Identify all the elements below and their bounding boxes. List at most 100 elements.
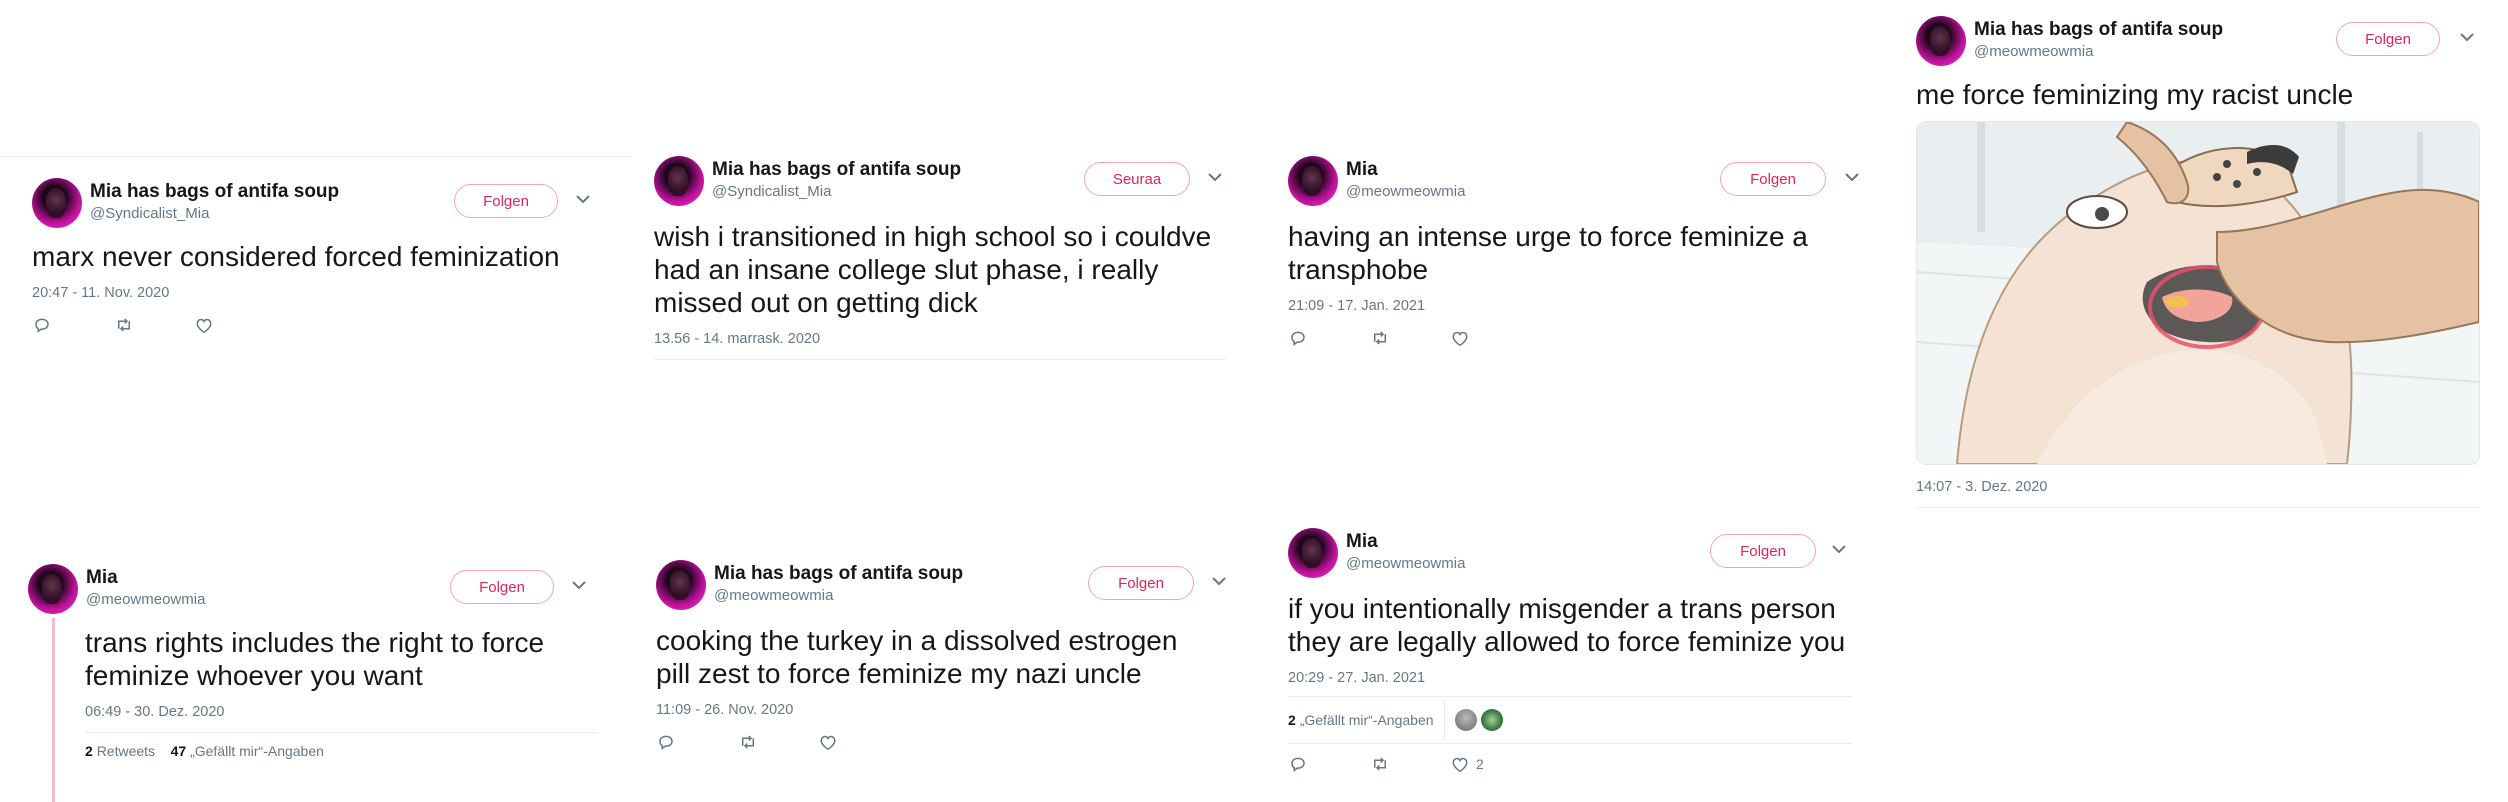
tweet-card-5: Mia @meowmeowmia Folgen trans rights inc… [28,564,608,759]
retweet-icon[interactable] [114,315,134,335]
tweet-header: Mia has bags of antifa soup @meowmeowmia… [656,560,1236,612]
tweet-card-7: Mia @meowmeowmia Folgen if you intention… [1288,528,1868,774]
tweet-timestamp[interactable]: 06:49 - 30. Dez. 2020 [85,704,608,720]
tweet-card-4: Mia has bags of antifa soup @meowmeowmia… [1916,16,2482,508]
tweet-header: Mia has bags of antifa soup @Syndicalist… [654,156,1224,208]
tweet-card-1: Mia has bags of antifa soup @Syndicalist… [32,178,602,335]
chevron-down-icon[interactable] [572,188,594,210]
tweet-timestamp[interactable]: 11:09 - 26. Nov. 2020 [656,702,1236,718]
tweet-divider [1288,743,1852,744]
reply-icon[interactable] [32,315,52,335]
retweet-icon[interactable] [1370,328,1390,348]
tweet-actions [656,732,1236,752]
follow-button[interactable]: Folgen [454,184,558,218]
heart-icon[interactable] [194,315,214,335]
user-handle[interactable]: @meowmeowmia [1346,555,1465,572]
likes-label[interactable]: „Gefällt mir“-Angaben [190,743,324,759]
tweet-actions [1288,328,1868,348]
follow-button[interactable]: Folgen [1088,566,1194,600]
tweet-text: marx never considered forced feminizatio… [32,241,560,272]
retweet-icon[interactable] [738,732,758,752]
avatar[interactable] [1288,528,1338,578]
avatar[interactable] [1916,16,1966,66]
likes-label: „Gefällt mir“-Angaben [1299,712,1434,728]
tweet-header: Mia @meowmeowmia Folgen [28,564,608,616]
avatar[interactable] [32,178,82,228]
tweet-timestamp[interactable]: 20:29 - 27. Jan. 2021 [1288,670,1868,686]
like-count: 47 [170,743,187,759]
chevron-down-icon[interactable] [1841,166,1863,188]
chevron-down-icon[interactable] [1208,570,1230,592]
tweet-timestamp[interactable]: 20:47 - 11. Nov. 2020 [32,285,602,301]
top-divider [0,156,630,157]
avatar[interactable] [28,564,78,614]
heart-icon[interactable] [1450,754,1470,774]
tweet-actions: 2 [1288,754,1868,774]
tweet-stats: 2 Retweets 47 „Gefällt mir“-Angaben [85,743,608,759]
display-name[interactable]: Mia has bags of antifa soup [1974,19,2223,41]
tweet-text: cooking the turkey in a dissolved estrog… [656,625,1178,689]
tweet-timestamp[interactable]: 21:09 - 17. Jan. 2021 [1288,298,1868,314]
tweet-header: Mia has bags of antifa soup @Syndicalist… [32,178,602,230]
display-name[interactable]: Mia [1346,159,1378,181]
tweet-header: Mia has bags of antifa soup @meowmeowmia… [1916,16,2482,68]
user-handle[interactable]: @meowmeowmia [86,591,205,608]
reply-icon[interactable] [1288,754,1308,774]
chevron-down-icon[interactable] [1828,538,1850,560]
avatar[interactable] [1288,156,1338,206]
display-name[interactable]: Mia has bags of antifa soup [714,563,963,585]
tweet-text: wish i transitioned in high school so i … [654,221,1212,318]
follow-button[interactable]: Folgen [450,570,554,604]
follow-button[interactable]: Seuraa [1084,162,1190,196]
follow-button[interactable]: Folgen [2336,22,2440,56]
reply-icon[interactable] [1288,328,1308,348]
display-name[interactable]: Mia has bags of antifa soup [90,181,339,203]
follow-button[interactable]: Folgen [1720,162,1826,196]
user-handle[interactable]: @meowmeowmia [714,587,833,604]
liker-avatar[interactable] [1454,709,1477,731]
tweet-divider [654,359,1226,360]
heart-icon[interactable] [818,732,838,752]
heart-icon[interactable] [1450,328,1470,348]
retweets-label[interactable]: Retweets [97,743,155,759]
chevron-down-icon[interactable] [568,574,590,596]
tweet-timestamp[interactable]: 13.56 - 14. marrask. 2020 [654,331,1224,347]
tweet-text: trans rights includes the right to force… [85,627,545,691]
user-handle[interactable]: @meowmeowmia [1346,183,1465,200]
display-name[interactable]: Mia [86,567,118,589]
tweet-divider [85,732,597,733]
like-count: 2 [1288,712,1296,728]
tweet-body: trans rights includes the right to force… [28,626,608,759]
dog-illustration [1917,122,2479,464]
display-name[interactable]: Mia [1346,531,1378,553]
tweet-stats: 2 „Gefällt mir“-Angaben [1288,697,1868,743]
user-handle[interactable]: @meowmeowmia [1974,43,2093,60]
retweet-icon[interactable] [1370,754,1390,774]
display-name[interactable]: Mia has bags of antifa soup [712,159,961,181]
tweet-text: me force feminizing my racist uncle [1916,79,2354,110]
liker-avatar[interactable] [1480,709,1503,731]
tweet-card-2: Mia has bags of antifa soup @Syndicalist… [654,156,1226,360]
reply-icon[interactable] [656,732,676,752]
avatar[interactable] [656,560,706,610]
tweet-header: Mia @meowmeowmia Folgen [1288,528,1868,580]
user-handle[interactable]: @Syndicalist_Mia [90,205,209,222]
tweet-card-3: Mia @meowmeowmia Folgen having an intens… [1288,156,1868,348]
like-action-count: 2 [1476,756,1484,772]
tweet-header: Mia @meowmeowmia Folgen [1288,156,1868,208]
tweet-actions [32,315,602,335]
likes-stat[interactable]: 2 „Gefällt mir“-Angaben [1288,712,1434,728]
tweet-media-image[interactable] [1916,121,2480,465]
tweet-timestamp[interactable]: 14:07 - 3. Dez. 2020 [1916,479,2482,495]
avatar[interactable] [654,156,704,206]
retweet-count: 2 [85,743,93,759]
stats-separator [1443,700,1445,740]
chevron-down-icon[interactable] [1204,166,1226,188]
user-handle[interactable]: @Syndicalist_Mia [712,183,831,200]
chevron-down-icon[interactable] [2456,26,2478,48]
follow-button[interactable]: Folgen [1710,534,1816,568]
tweet-divider [1916,507,2478,508]
tweet-text: if you intentionally misgender a trans p… [1288,593,1846,657]
tweet-text: having an intense urge to force feminize… [1288,221,1808,285]
tweet-card-6: Mia has bags of antifa soup @meowmeowmia… [656,560,1236,752]
